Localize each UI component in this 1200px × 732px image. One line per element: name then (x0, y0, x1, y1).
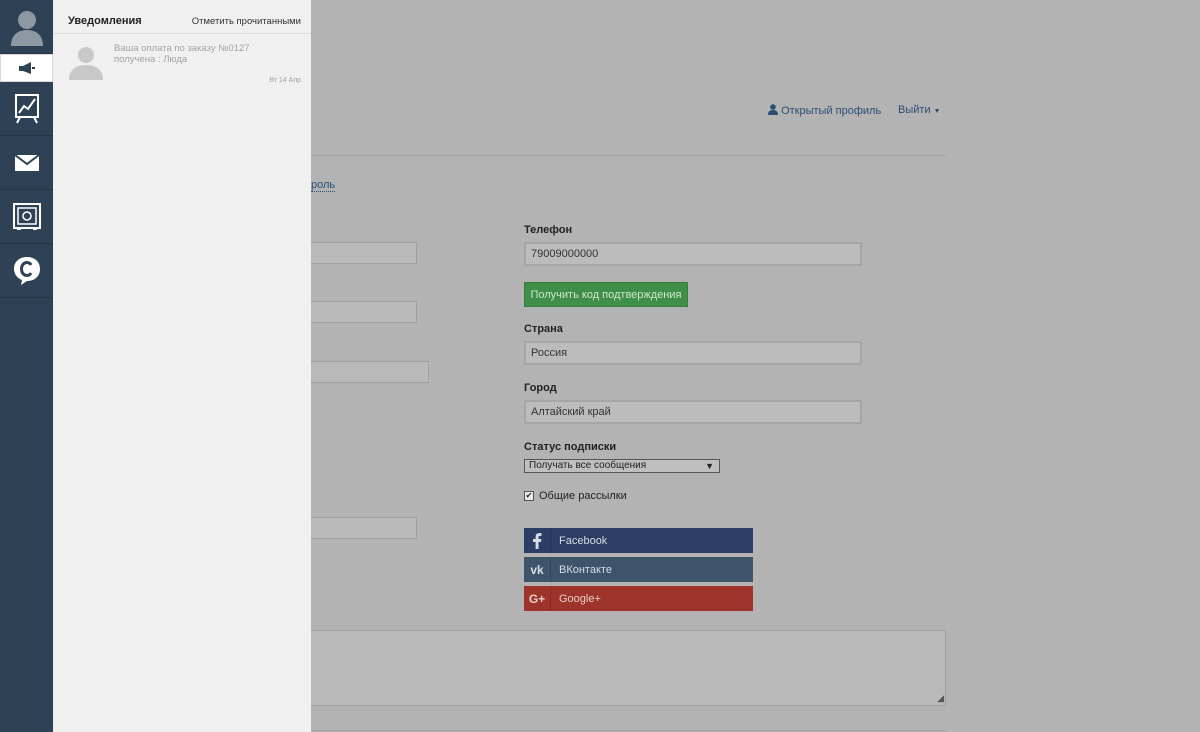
chat-icon (13, 256, 40, 285)
left-field-3[interactable] (311, 361, 429, 383)
subscription-label: Статус подписки (524, 441, 617, 453)
notification-date: Вт 14 Апр (269, 77, 301, 84)
phone-label: Телефон (524, 224, 573, 236)
phone-input[interactable]: 79009000000 (524, 242, 862, 266)
about-textarea[interactable]: ◢ (311, 630, 946, 706)
notification-message: Ваша оплата по заказу №0127 (114, 43, 250, 54)
facebook-button[interactable]: Facebook (524, 528, 753, 553)
notification-panel-header: Уведомления Отметить прочитанными (53, 0, 311, 34)
user-avatar-icon (69, 47, 103, 80)
country-label: Страна (524, 323, 563, 335)
google-plus-label: Google+ (559, 592, 601, 605)
open-profile-label: Открытый профиль (781, 105, 882, 117)
open-profile-link[interactable]: Открытый профиль (768, 104, 881, 117)
subscription-selected-value: Получать все сообщения (529, 460, 647, 471)
left-field-4[interactable] (311, 517, 417, 539)
logout-label: Выйти (898, 104, 931, 116)
safe-icon (12, 202, 41, 230)
vkontakte-label: ВКонтакте (559, 563, 612, 576)
get-confirmation-code-button[interactable]: Получить код подтверждения (524, 282, 688, 307)
sidebar-item-mail[interactable] (0, 136, 53, 190)
mark-all-read-link[interactable]: Отметить прочитанными (192, 16, 301, 27)
notification-panel: Уведомления Отметить прочитанными Ваша о… (53, 0, 311, 732)
left-field-1[interactable] (311, 242, 417, 264)
sidebar-item-profile[interactable] (0, 0, 53, 54)
facebook-label: Facebook (559, 534, 608, 547)
google-plus-icon: G+ (524, 586, 551, 611)
sidebar-rail (0, 0, 53, 732)
megaphone-icon (18, 62, 35, 74)
dropdown-arrow-icon: ▼ (705, 461, 714, 471)
caret-down-icon: ▼ (933, 108, 941, 115)
newsletter-checkbox-row[interactable]: ✔ Общие рассылки (524, 490, 627, 502)
mail-icon (13, 153, 40, 171)
notification-item[interactable]: Ваша оплата по заказу №0127 получена : Л… (53, 36, 311, 92)
city-input[interactable]: Алтайский край (524, 400, 862, 424)
facebook-icon (524, 528, 551, 553)
change-password-link[interactable]: роль (311, 179, 336, 192)
user-icon (768, 104, 778, 115)
sidebar-item-safe[interactable] (0, 190, 53, 244)
footer-divider (311, 730, 946, 731)
notification-text: Ваша оплата по заказу №0127 получена : Л… (114, 43, 299, 65)
vk-icon: vk (524, 557, 551, 582)
notification-panel-title: Уведомления (68, 15, 142, 27)
profile-page: Открытый профиль Выйти ▼ роль Телефон 79… (311, 0, 1200, 732)
logout-dropdown[interactable]: Выйти ▼ (898, 104, 941, 116)
left-field-2[interactable] (311, 301, 417, 323)
user-avatar-icon (10, 10, 43, 46)
analytics-chart-icon (14, 93, 39, 123)
vkontakte-button[interactable]: vk ВКонтакте (524, 557, 753, 582)
city-label: Город (524, 382, 557, 394)
notification-sender: получена : Люда (114, 54, 188, 65)
subscription-select[interactable]: Получать все сообщения ▼ (524, 459, 720, 473)
newsletter-label: Общие рассылки (539, 490, 627, 502)
country-input[interactable]: Россия (524, 341, 862, 365)
sidebar-item-analytics[interactable] (0, 82, 53, 136)
sidebar-item-chat[interactable] (0, 244, 53, 298)
google-plus-button[interactable]: G+ Google+ (524, 586, 753, 611)
sidebar-item-notifications[interactable] (0, 54, 53, 82)
resize-handle-icon[interactable]: ◢ (937, 693, 944, 704)
newsletter-checkbox[interactable]: ✔ (524, 491, 534, 501)
header-divider (311, 155, 946, 156)
